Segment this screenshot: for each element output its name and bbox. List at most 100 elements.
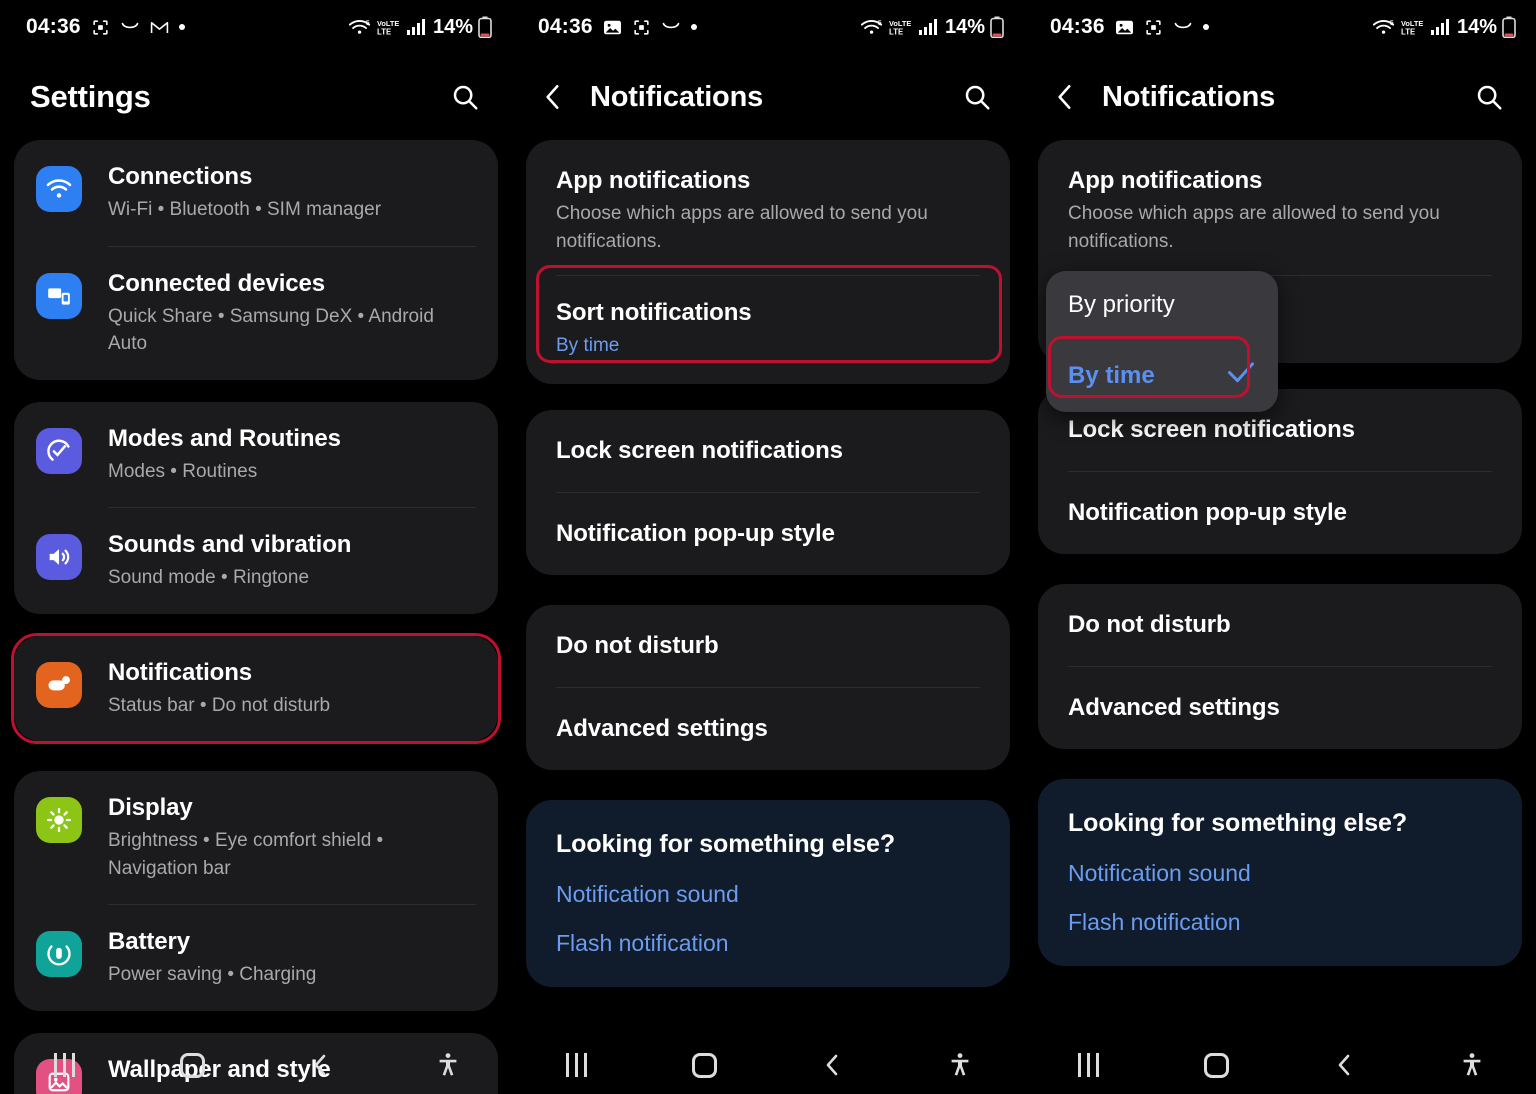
sort-notifications-dropdown[interactable]: By priority By time	[1046, 271, 1278, 412]
settings-list[interactable]: Connections Wi-Fi • Bluetooth • SIM mana…	[0, 140, 512, 1094]
card-lock-screen-group: Lock screen notifications Notification p…	[1038, 389, 1522, 554]
wifi-status-icon: 6	[348, 17, 372, 37]
item-title: Do not disturb	[556, 631, 719, 659]
screenshot-capture-icon	[632, 18, 651, 37]
settings-group-connections: Connections Wi-Fi • Bluetooth • SIM mana…	[14, 140, 498, 380]
battery-icon	[990, 16, 1004, 38]
status-bar-2: 04:36 6 VoLTE LTE 14%	[512, 0, 1024, 54]
card-dnd-group: Do not disturb Advanced settings	[1038, 584, 1522, 749]
signal-bars-icon	[918, 18, 940, 36]
svg-text:LTE: LTE	[1401, 27, 1415, 36]
settings-item-display[interactable]: Display Brightness • Eye comfort shield …	[14, 771, 498, 904]
recents-button[interactable]	[1024, 1053, 1152, 1077]
accessibility-button[interactable]	[384, 1051, 512, 1079]
battery-icon	[478, 16, 492, 38]
status-time: 04:36	[26, 15, 81, 38]
search-icon[interactable]	[442, 74, 488, 120]
item-advanced-settings[interactable]: Advanced settings	[526, 688, 1010, 770]
card-app-notifications: App notifications Choose which apps are …	[526, 140, 1010, 384]
volte-icon: VoLTE LTE	[889, 17, 913, 37]
notifications-list[interactable]: App notifications Choose which apps are …	[512, 140, 1024, 1036]
svg-text:6: 6	[878, 18, 882, 27]
settings-item-title: Sounds and vibration	[108, 531, 352, 559]
item-title: App notifications	[556, 167, 751, 194]
battery-icon	[36, 931, 82, 978]
status-bar-left: 04:36	[1050, 15, 1209, 39]
sound-icon	[36, 534, 82, 581]
info-card-title: Looking for something else?	[1068, 809, 1407, 837]
wifi-icon	[36, 166, 82, 212]
nav-bar-2[interactable]	[512, 1036, 1024, 1094]
back-button[interactable]	[256, 1051, 384, 1079]
settings-item-title: Display	[108, 794, 193, 822]
item-app-notifications[interactable]: App notifications Choose which apps are …	[1038, 140, 1522, 275]
card-lock-screen-group: Lock screen notifications Notification p…	[526, 409, 1010, 575]
dot-icon	[178, 24, 185, 30]
notifications-app-bar: Notifications	[1024, 54, 1536, 140]
settings-item-subtitle: Power saving • Charging	[108, 964, 317, 986]
item-title: Advanced settings	[1068, 694, 1280, 721]
item-title: Lock screen notifications	[556, 436, 843, 464]
notifications-icon	[36, 661, 82, 708]
accessibility-button[interactable]	[896, 1051, 1024, 1079]
settings-item-notifications[interactable]: Notifications Status bar • Do not distur…	[14, 636, 498, 742]
connected-devices-icon	[36, 272, 82, 319]
link-notification-sound[interactable]: Notification sound	[1038, 838, 1522, 887]
item-do-not-disturb[interactable]: Do not disturb	[1038, 584, 1522, 666]
card-dnd-group: Do not disturb Advanced settings	[526, 604, 1010, 770]
item-advanced-settings[interactable]: Advanced settings	[1038, 667, 1522, 749]
settings-item-subtitle: Quick Share • Samsung DeX • Android Auto	[108, 305, 434, 355]
settings-group-modes-sounds: Modes and Routines Modes • Routines Soun…	[14, 401, 498, 614]
battery-percent: 14%	[432, 15, 473, 38]
search-icon[interactable]	[1466, 74, 1512, 120]
link-flash-notification[interactable]: Flash notification	[1038, 887, 1522, 936]
status-bar-3: 04:36 6 VoLTE LTE 14%	[1024, 0, 1536, 54]
wifi-status-icon: 6	[1372, 17, 1396, 37]
back-button[interactable]	[1280, 1051, 1408, 1079]
recents-button[interactable]	[512, 1053, 640, 1077]
home-button[interactable]	[640, 1052, 768, 1078]
signal-bars-icon	[1430, 18, 1452, 36]
page-title: Notifications	[590, 80, 764, 113]
screen-settings: 04:36 6 VoLTE LTE 14% Settings Connectio…	[0, 0, 512, 1094]
item-notification-popup-style[interactable]: Notification pop-up style	[1038, 472, 1522, 554]
brightness-icon	[36, 797, 82, 844]
screenshot-capture-icon	[91, 18, 110, 37]
home-button[interactable]	[1152, 1052, 1280, 1078]
item-subtitle: Choose which apps are allowed to send yo…	[1068, 203, 1440, 252]
item-do-not-disturb[interactable]: Do not disturb	[526, 605, 1010, 687]
settings-item-connected-devices[interactable]: Connected devices Quick Share • Samsung …	[14, 247, 498, 380]
check-icon	[1226, 359, 1256, 392]
item-notification-popup-style[interactable]: Notification pop-up style	[526, 493, 1010, 575]
home-button[interactable]	[128, 1052, 256, 1078]
svg-text:6: 6	[366, 18, 370, 27]
search-icon[interactable]	[954, 74, 1000, 120]
wifi-status-icon: 6	[860, 17, 884, 37]
dropdown-option-by-priority[interactable]: By priority	[1046, 271, 1278, 339]
link-notification-sound[interactable]: Notification sound	[526, 859, 1010, 908]
nav-bar-1[interactable]	[0, 1036, 512, 1094]
back-arrow-icon[interactable]	[1042, 74, 1088, 120]
nav-bar-3[interactable]	[1024, 1036, 1536, 1094]
item-lock-screen-notifications[interactable]: Lock screen notifications	[526, 410, 1010, 492]
item-sort-notifications[interactable]: Sort notifications By time	[526, 276, 1010, 384]
back-button[interactable]	[768, 1051, 896, 1079]
gmail-icon	[150, 20, 169, 35]
item-subtitle: Choose which apps are allowed to send yo…	[556, 203, 928, 252]
link-flash-notification[interactable]: Flash notification	[526, 908, 1010, 957]
settings-item-battery[interactable]: Battery Power saving • Charging	[14, 905, 498, 1011]
recents-button[interactable]	[0, 1053, 128, 1077]
dropdown-option-by-time[interactable]: By time	[1046, 339, 1278, 412]
status-time: 04:36	[1050, 15, 1105, 38]
settings-item-sounds-and-vibration[interactable]: Sounds and vibration Sound mode • Ringto…	[14, 508, 498, 614]
item-title: Advanced settings	[556, 714, 768, 742]
settings-item-modes-and-routines[interactable]: Modes and Routines Modes • Routines	[14, 402, 498, 508]
modes-routines-icon	[36, 427, 82, 474]
back-arrow-icon[interactable]	[530, 74, 576, 120]
accessibility-button[interactable]	[1408, 1051, 1536, 1079]
volte-icon: VoLTE LTE	[377, 17, 401, 37]
status-bar-1: 04:36 6 VoLTE LTE 14%	[0, 0, 512, 54]
smile-icon	[120, 20, 140, 34]
item-app-notifications[interactable]: App notifications Choose which apps are …	[526, 140, 1010, 275]
settings-item-connections[interactable]: Connections Wi-Fi • Bluetooth • SIM mana…	[14, 140, 498, 246]
